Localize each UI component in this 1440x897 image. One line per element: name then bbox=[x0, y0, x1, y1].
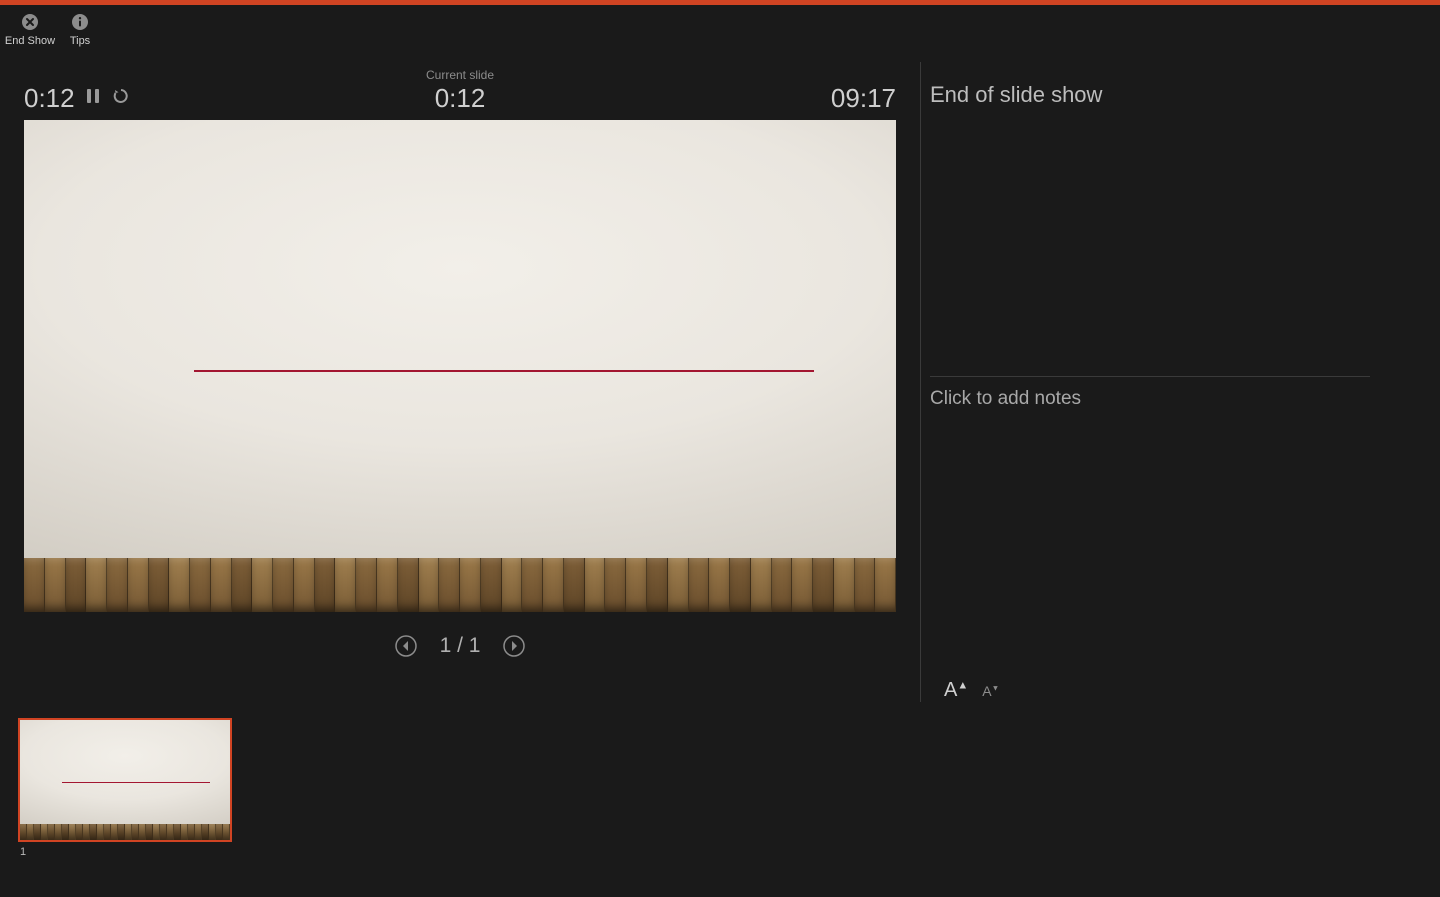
timer-row: 0:12 Current slide 0:12 09:17 bbox=[0, 62, 920, 120]
info-icon bbox=[71, 13, 89, 31]
slide-floor-graphic bbox=[20, 824, 230, 840]
slide-counter: 1 / 1 bbox=[440, 634, 481, 658]
vertical-divider bbox=[920, 62, 921, 702]
current-slide-timer: 0:12 bbox=[435, 83, 486, 114]
window-accent-bar bbox=[0, 0, 1440, 5]
notes-input[interactable]: Click to add notes bbox=[930, 388, 1081, 410]
previous-slide-button[interactable] bbox=[394, 634, 418, 658]
slide-thumbnail-index: 1 bbox=[20, 846, 26, 858]
next-slide-button[interactable] bbox=[502, 634, 526, 658]
next-slide-message: End of slide show bbox=[930, 82, 1370, 108]
tips-button[interactable]: Tips bbox=[60, 10, 100, 58]
close-icon bbox=[21, 13, 39, 31]
presenter-toolbar: End Show Tips bbox=[0, 10, 100, 58]
current-slide-preview bbox=[24, 120, 896, 612]
notes-divider bbox=[930, 376, 1370, 377]
slide-divider-line bbox=[194, 370, 814, 372]
side-panel: End of slide show Click to add notes A▲ … bbox=[930, 82, 1370, 702]
slide-thumbnail[interactable] bbox=[18, 718, 232, 842]
decrease-font-button[interactable]: A▼ bbox=[982, 683, 999, 699]
reset-timer-button[interactable] bbox=[112, 87, 130, 110]
slide-divider-line bbox=[62, 782, 210, 783]
slide-floor-graphic bbox=[24, 558, 896, 612]
end-show-label: End Show bbox=[5, 35, 55, 47]
current-slide-label: Current slide bbox=[426, 68, 494, 82]
end-show-button[interactable]: End Show bbox=[0, 10, 60, 58]
tips-label: Tips bbox=[70, 35, 90, 47]
slide-navigation: 1 / 1 bbox=[0, 624, 920, 668]
increase-font-button[interactable]: A▲ bbox=[944, 679, 968, 702]
notes-font-controls: A▲ A▼ bbox=[944, 679, 999, 702]
clock-time: 09:17 bbox=[831, 83, 896, 114]
elapsed-timer: 0:12 bbox=[24, 83, 75, 114]
pause-button[interactable] bbox=[84, 87, 102, 110]
slide-filmstrip: 1 bbox=[18, 718, 1440, 858]
presenter-main-area: 0:12 Current slide 0:12 09:17 1 / 1 bbox=[0, 62, 920, 702]
